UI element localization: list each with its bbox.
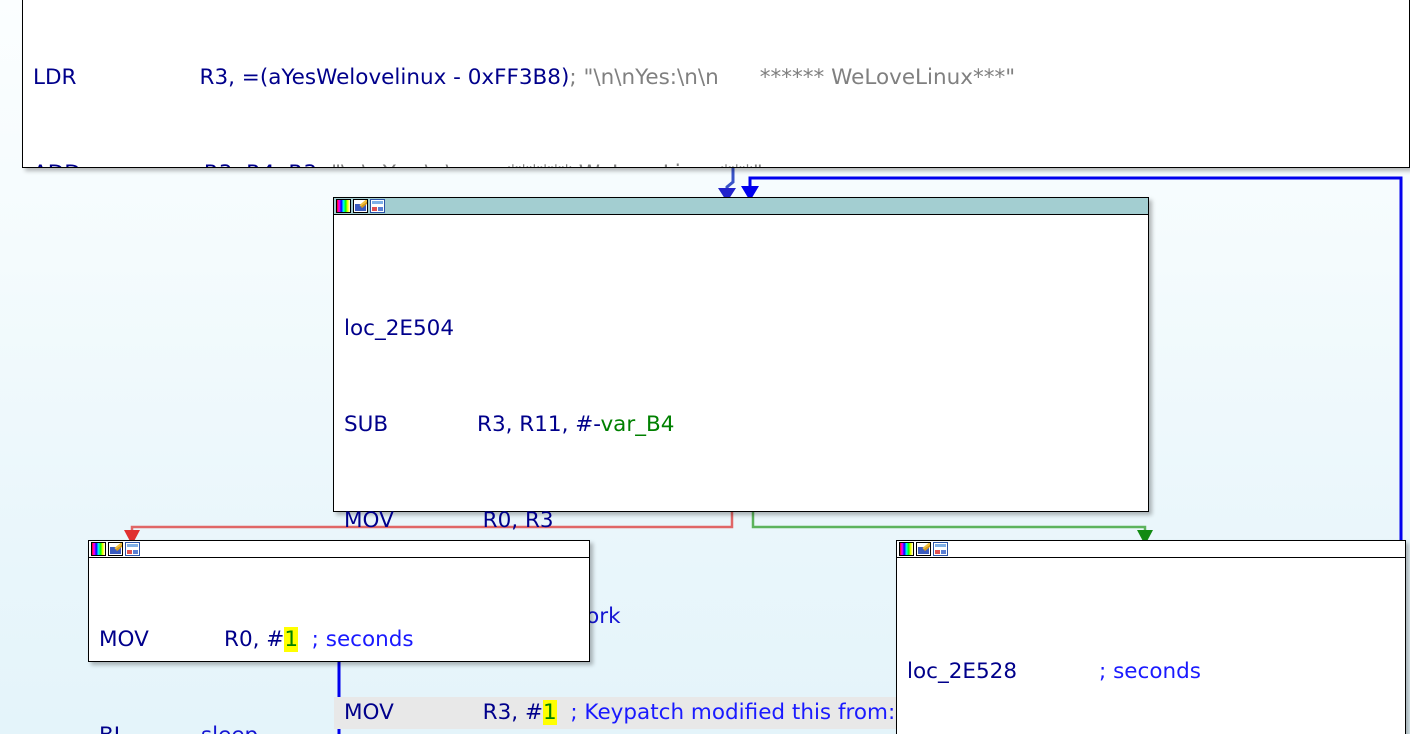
asm-operands-text: R3, =(aYesWelovelinux - 0xFF3B8) [199, 65, 570, 90]
asm-comment: ; seconds [1099, 659, 1201, 684]
asm-mnemonic: LDR [33, 65, 77, 90]
block-code: MOV R0, #1 ; seconds BL sleep B loc_2E50… [89, 558, 589, 734]
asm-mnemonic: MOV [344, 508, 394, 533]
asm-operands-text: R0, # [224, 627, 285, 652]
asm-comment: ; seconds [311, 627, 414, 652]
graph-layout-icon[interactable] [933, 542, 948, 556]
block-label[interactable]: loc_2E528 [907, 659, 1017, 684]
asm-mnemonic: ADD [33, 161, 81, 167]
graph-canvas[interactable]: LDR R3, =(aYesWelovelinux - 0xFF3B8); "\… [0, 0, 1410, 734]
graph-layout-icon[interactable] [125, 542, 140, 556]
asm-operands [76, 65, 199, 90]
keypatch-highlight: 1 [284, 627, 298, 652]
node-titlebar[interactable] [334, 198, 1148, 215]
asm-line[interactable]: SUB R3, R11, #-var_B4 [334, 409, 1148, 441]
edit-pencil-icon[interactable] [916, 542, 931, 556]
asm-operands-text: R0, R3 [482, 508, 554, 533]
edit-pencil-icon[interactable] [108, 542, 123, 556]
keypatch-comment: ; Keypatch modified this from: [570, 700, 896, 725]
block-top[interactable]: LDR R3, =(aYesWelovelinux - 0xFF3B8); "\… [22, 0, 1410, 168]
block-loc-2E504[interactable]: loc_2E504 SUB R3, R11, #-var_B4 MOV R0, … [333, 197, 1149, 729]
asm-operands-text: R3, R11, #- [477, 412, 601, 437]
color-palette-icon[interactable] [91, 542, 106, 556]
asm-line[interactable]: ADD R3, R4, R3; "\n\nYes:\n\n ****** WeL… [23, 158, 1409, 167]
node-titlebar[interactable] [897, 541, 1405, 558]
asm-line[interactable]: MOV R0, #1 ; seconds [89, 624, 589, 656]
asm-operands-text: R3, R4, R3 [204, 161, 317, 167]
color-palette-icon[interactable] [336, 199, 351, 213]
asm-comment: ; "\n\nYes:\n\n ****** WeLoveLinux***" [569, 65, 1016, 90]
asm-local-var[interactable]: var_B4 [600, 412, 674, 437]
asm-mnemonic: SUB [344, 412, 389, 437]
asm-mnemonic: MOV [99, 627, 149, 652]
edit-pencil-icon[interactable] [353, 199, 368, 213]
asm-line[interactable]: LDR R3, =(aYesWelovelinux - 0xFF3B8); "\… [23, 62, 1409, 94]
block-label-line[interactable]: loc_2E504 [334, 313, 1148, 345]
block-label[interactable]: loc_2E504 [344, 316, 454, 341]
asm-line[interactable]: BL sleep [89, 720, 589, 734]
top-block-code: LDR R3, =(aYesWelovelinux - 0xFF3B8); "\… [23, 0, 1409, 167]
graph-layout-icon[interactable] [370, 199, 385, 213]
node-titlebar[interactable] [89, 541, 589, 558]
asm-line[interactable]: MOV R0, R3 [334, 505, 1148, 537]
block-code: loc_2E528 ; seconds MOV R0, #1 BL sleep … [897, 558, 1405, 734]
asm-comment: ; "\n\nYes:\n\n ****** WeLoveLinux***"..… [317, 161, 783, 167]
asm-mnemonic: BL [99, 723, 126, 734]
block-label-line[interactable]: loc_2E528 ; seconds [897, 656, 1405, 688]
block-loc-2E528[interactable]: loc_2E528 ; seconds MOV R0, #1 BL sleep … [896, 540, 1406, 734]
block-sleep-loop[interactable]: MOV R0, #1 ; seconds BL sleep B loc_2E50… [88, 540, 590, 734]
asm-call-target[interactable]: sleep [201, 723, 258, 734]
color-palette-icon[interactable] [899, 542, 914, 556]
